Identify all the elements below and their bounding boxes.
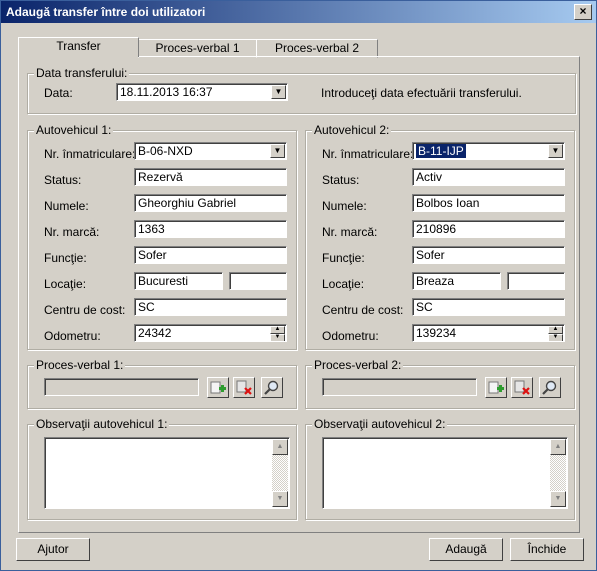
scroll-up-icon[interactable]: ▲ — [272, 439, 288, 455]
tab-transfer[interactable]: Transfer — [18, 37, 139, 57]
vehicle1-plate-combo[interactable]: B-06-NXD ▼ — [134, 142, 287, 160]
window-title: Adaugă transfer între doi utilizatori — [6, 5, 206, 19]
delete-document-icon — [236, 380, 252, 395]
obs2-legend: Observaţii autovehicul 2: — [312, 417, 448, 431]
vehicle2-status-label: Status: — [322, 173, 360, 187]
date-hint: Introduceţi data efectuării transferului… — [321, 86, 522, 100]
vehicle1-mark-label: Nr. marcă: — [44, 225, 100, 239]
vehicle1-status-label: Status: — [44, 173, 82, 187]
pv2-delete-button[interactable] — [511, 377, 533, 398]
spin-down-icon[interactable]: ▼ — [548, 334, 563, 341]
transfer-date-legend: Data transferului: — [34, 66, 130, 80]
vehicle1-cost-center-field[interactable]: SC — [134, 298, 287, 316]
add-document-icon — [210, 381, 226, 394]
vehicle1-legend: Autovehicul 1: — [34, 123, 114, 137]
vehicle2-location-extra-field[interactable] — [507, 272, 565, 290]
date-dropdown-icon[interactable]: ▼ — [271, 85, 286, 99]
pv1-add-button[interactable] — [207, 377, 229, 398]
vehicle1-odometer-spinner[interactable]: 24342 ▲ ▼ — [134, 324, 287, 342]
vehicle1-location-label: Locaţie: — [44, 277, 87, 291]
obs2-textarea[interactable]: ▲ ▼ — [322, 437, 568, 509]
date-picker[interactable]: 18.11.2013 16:37 ▼ — [116, 83, 288, 101]
vehicle1-mark-field[interactable]: 1363 — [134, 220, 287, 238]
add-document-icon — [488, 381, 504, 394]
vehicle2-function-label: Funcţie: — [322, 251, 365, 265]
vehicle1-odometer-label: Odometru: — [44, 329, 101, 343]
spin-up-icon[interactable]: ▲ — [548, 326, 563, 334]
vehicle2-plate-label: Nr. înmatriculare: — [322, 147, 414, 161]
vehicle1-function-field[interactable]: Sofer — [134, 246, 287, 264]
spin-down-icon[interactable]: ▼ — [270, 334, 285, 341]
vehicle2-plate-dropdown-icon[interactable]: ▼ — [548, 144, 563, 158]
add-button[interactable]: Adaugă — [429, 538, 503, 561]
obs1-legend: Observaţii autovehicul 1: — [34, 417, 170, 431]
obs2-scrollbar[interactable]: ▲ ▼ — [550, 439, 566, 507]
vehicle2-name-label: Numele: — [322, 199, 367, 213]
vehicle2-location-label: Locaţie: — [322, 277, 365, 291]
vehicle1-location-extra-field[interactable] — [229, 272, 287, 290]
pv2-view-button[interactable] — [539, 377, 561, 398]
vehicle2-group: Autovehicul 2: Nr. înmatriculare: B-11-I… — [305, 123, 575, 350]
vehicle2-name-field[interactable]: Bolbos Ioan — [412, 194, 565, 212]
pv1-view-button[interactable] — [261, 377, 283, 398]
vehicle2-cost-center-label: Centru de cost: — [322, 303, 404, 317]
vehicle2-plate-value: B-11-IJP — [416, 144, 466, 158]
date-label: Data: — [44, 86, 73, 100]
vehicle1-status-field[interactable]: Rezervă — [134, 168, 287, 186]
pv1-legend: Proces-verbal 1: — [34, 358, 126, 372]
pv1-delete-button[interactable] — [233, 377, 255, 398]
vehicle2-odometer-label: Odometru: — [322, 329, 379, 343]
vehicle1-plate-value: B-06-NXD — [138, 144, 193, 158]
pv2-group: Proces-verbal 2: — [305, 358, 575, 409]
obs1-group: Observaţii autovehicul 1: ▲ ▼ — [27, 417, 297, 520]
vehicle2-status-field[interactable]: Activ — [412, 168, 565, 186]
vehicle2-mark-field[interactable]: 210896 — [412, 220, 565, 238]
scroll-down-icon[interactable]: ▼ — [272, 491, 288, 507]
scroll-down-icon[interactable]: ▼ — [550, 491, 566, 507]
date-value: 18.11.2013 16:37 — [120, 85, 213, 99]
spin-up-icon[interactable]: ▲ — [270, 326, 285, 334]
obs2-group: Observaţii autovehicul 2: ▲ ▼ — [305, 417, 575, 520]
vehicle2-cost-center-field[interactable]: SC — [412, 298, 565, 316]
pv2-legend: Proces-verbal 2: — [312, 358, 404, 372]
pv2-file-field — [322, 378, 477, 396]
vehicle1-odometer-spin-buttons[interactable]: ▲ ▼ — [270, 326, 285, 341]
tab-panel-transfer: Data transferului: Data: 18.11.2013 16:3… — [18, 56, 580, 533]
obs1-scrollbar[interactable]: ▲ ▼ — [272, 439, 288, 507]
help-button[interactable]: Ajutor — [16, 538, 90, 561]
vehicle1-name-field[interactable]: Gheorghiu Gabriel — [134, 194, 287, 212]
title-bar[interactable]: Adaugă transfer între doi utilizatori × — [1, 1, 596, 23]
vehicle2-plate-combo[interactable]: B-11-IJP ▼ — [412, 142, 565, 160]
vehicle2-odometer-spinner[interactable]: 139234 ▲ ▼ — [412, 324, 565, 342]
vehicle1-name-label: Numele: — [44, 199, 89, 213]
vehicle2-odometer-value: 139234 — [416, 326, 457, 340]
transfer-date-group: Data transferului: Data: 18.11.2013 16:3… — [27, 66, 576, 114]
vehicle2-function-field[interactable]: Sofer — [412, 246, 565, 264]
close-window-button[interactable]: × — [574, 4, 592, 20]
vehicle2-legend: Autovehicul 2: — [312, 123, 392, 137]
vehicle2-mark-label: Nr. marcă: — [322, 225, 378, 239]
magnifier-icon — [542, 380, 557, 395]
dialog-window: Adaugă transfer între doi utilizatori × … — [0, 0, 597, 571]
vehicle2-odometer-spin-buttons[interactable]: ▲ ▼ — [548, 326, 563, 341]
vehicle1-plate-dropdown-icon[interactable]: ▼ — [270, 144, 285, 158]
pv2-add-button[interactable] — [485, 377, 507, 398]
close-button[interactable]: Închide — [510, 538, 584, 561]
vehicle1-group: Autovehicul 1: Nr. înmatriculare: B-06-N… — [27, 123, 297, 350]
pv1-group: Proces-verbal 1: — [27, 358, 297, 409]
vehicle1-location-field[interactable]: Bucuresti — [134, 272, 223, 290]
vehicle2-location-field[interactable]: Breaza — [412, 272, 501, 290]
pv1-file-field — [44, 378, 199, 396]
vehicle1-odometer-value: 24342 — [138, 326, 172, 340]
scroll-up-icon[interactable]: ▲ — [550, 439, 566, 455]
vehicle1-plate-label: Nr. înmatriculare: — [44, 147, 136, 161]
vehicle1-function-label: Funcţie: — [44, 251, 87, 265]
vehicle1-cost-center-label: Centru de cost: — [44, 303, 126, 317]
delete-document-icon — [514, 380, 530, 395]
obs1-textarea[interactable]: ▲ ▼ — [44, 437, 290, 509]
magnifier-icon — [264, 380, 279, 395]
